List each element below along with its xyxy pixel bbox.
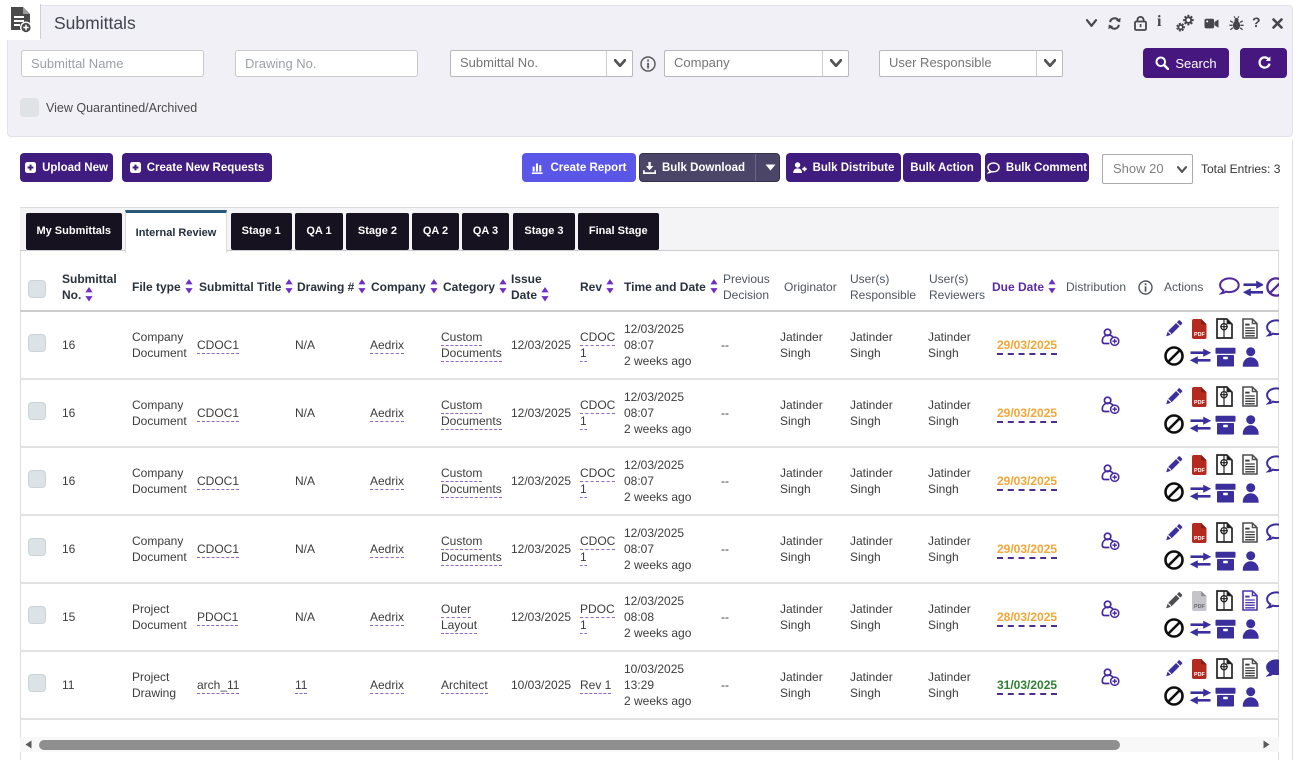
svg-text:PDF: PDF xyxy=(1194,604,1205,610)
svg-text:PDF: PDF xyxy=(1194,400,1205,406)
svg-text:PDF: PDF xyxy=(1194,672,1205,678)
svg-text:PDF: PDF xyxy=(1194,468,1205,474)
svg-text:PDF: PDF xyxy=(1194,332,1205,338)
svg-text:PDF: PDF xyxy=(1194,536,1205,542)
